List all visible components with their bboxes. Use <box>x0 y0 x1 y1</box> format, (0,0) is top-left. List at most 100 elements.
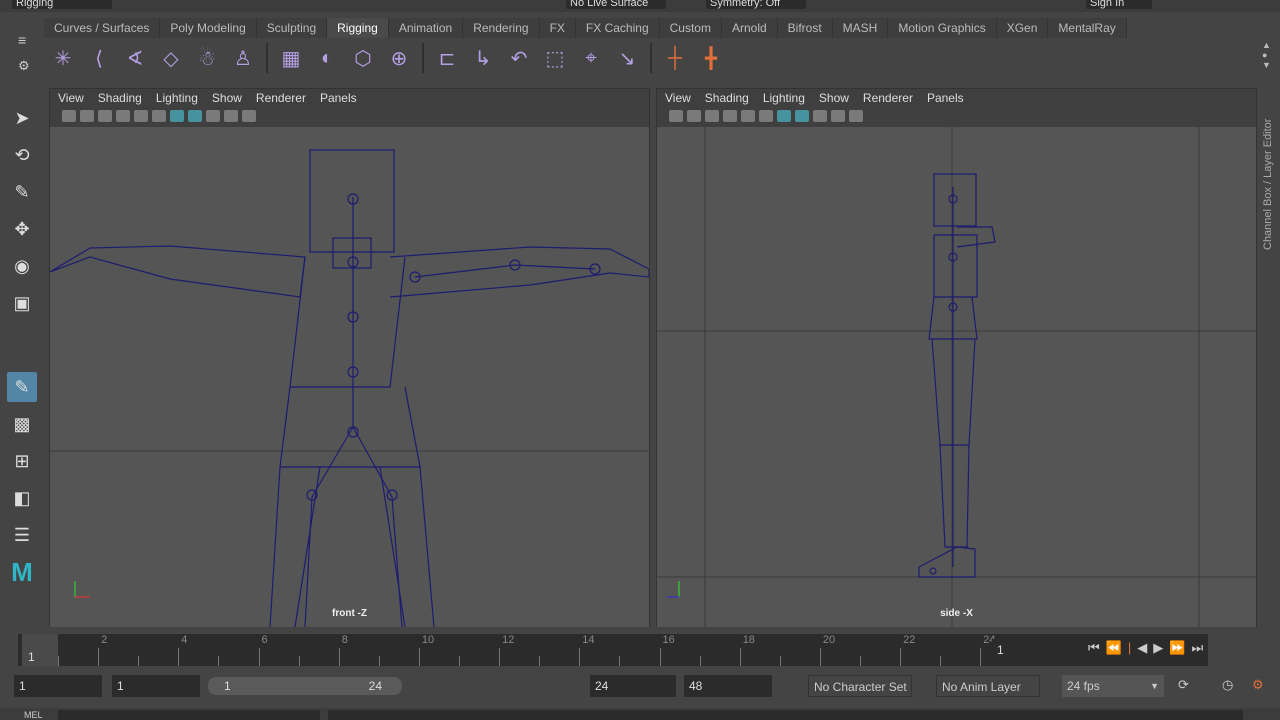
shelf-tab[interactable]: MentalRay <box>1048 18 1127 38</box>
quick-rig-icon[interactable]: ☃ <box>194 45 220 71</box>
pole-vector-icon[interactable]: ↘ <box>614 45 640 71</box>
viewport-canvas[interactable]: front -Z <box>50 127 649 627</box>
shelf-scroll-icon[interactable]: ▲ ● ▼ <box>1262 40 1271 70</box>
shelf-tab[interactable]: XGen <box>996 18 1049 38</box>
grid-icon[interactable] <box>723 110 737 122</box>
shelf-tab[interactable]: Curves / Surfaces <box>44 18 161 38</box>
film-gate-icon[interactable] <box>741 110 755 122</box>
viewport-canvas[interactable]: side -X <box>657 127 1256 627</box>
bind-skin-icon[interactable]: ◐ <box>314 45 340 71</box>
menu-panels[interactable]: Panels <box>927 91 964 107</box>
step-back-frame-icon[interactable]: | <box>1128 640 1137 655</box>
scale-constraint-icon[interactable]: ⬚ <box>542 45 568 71</box>
shelf-tab[interactable]: Custom <box>659 18 722 38</box>
shelf-tab[interactable]: Sculpting <box>256 18 328 38</box>
paint-weights-icon[interactable]: ▦ <box>278 45 304 71</box>
bookmark-icon[interactable] <box>98 110 112 122</box>
lights-icon[interactable] <box>206 110 220 122</box>
constrained-locator-icon[interactable]: ╋ <box>698 45 724 71</box>
menu-set-dropdown[interactable]: Rigging <box>12 0 112 9</box>
shelf-tab[interactable]: FX Caching <box>575 18 660 38</box>
play-forward-icon[interactable]: ▶ <box>1153 640 1169 655</box>
current-frame-marker[interactable]: 1 <box>22 634 58 666</box>
anim-layer-dropdown[interactable]: No Anim Layer <box>936 675 1040 697</box>
camera-icon[interactable] <box>62 110 76 122</box>
auto-key-icon[interactable]: ◷ <box>1222 677 1233 693</box>
menu-renderer[interactable]: Renderer <box>863 91 913 107</box>
lock-camera-icon[interactable] <box>80 110 94 122</box>
playback-end-field[interactable]: 24 <box>590 675 676 697</box>
menu-shading[interactable]: Shading <box>705 91 749 107</box>
layout-two-icon[interactable]: ◧ <box>7 483 37 513</box>
menu-lighting[interactable]: Lighting <box>763 91 805 107</box>
shelf-settings-gear-icon[interactable]: ⚙ <box>18 58 30 74</box>
shelf-tab[interactable]: Rigging <box>327 18 389 38</box>
grid-icon[interactable] <box>116 110 130 122</box>
isolate-icon[interactable] <box>224 110 238 122</box>
sign-in-button[interactable]: Sign In <box>1086 0 1152 9</box>
channel-box-tab[interactable]: Channel Box / Layer Editor <box>1262 90 1280 250</box>
step-back-key-icon[interactable]: ⏪ <box>1106 640 1128 655</box>
anim-prefs-icon[interactable]: ⚙ <box>1252 677 1264 693</box>
layout-four-icon[interactable]: ⊞ <box>7 446 37 476</box>
menu-renderer[interactable]: Renderer <box>256 91 306 107</box>
outliner-icon[interactable]: ☰ <box>7 520 37 550</box>
cluster-icon[interactable]: ⊕ <box>386 45 412 71</box>
shelf-tab[interactable]: Poly Modeling <box>160 18 257 38</box>
symmetry-dropdown[interactable]: Symmetry: Off <box>706 0 806 9</box>
aim-constraint-icon[interactable]: ⌖ <box>578 45 604 71</box>
shelf-tab[interactable]: MASH <box>832 18 889 38</box>
start-time-field[interactable]: 1 <box>14 675 102 697</box>
fps-dropdown[interactable]: 24 fps ▼ <box>1062 675 1164 697</box>
menu-show[interactable]: Show <box>819 91 849 107</box>
wireframe-icon[interactable] <box>170 110 184 122</box>
live-surface-field[interactable]: No Live Surface <box>566 0 666 9</box>
current-time-field[interactable]: 1 <box>992 639 1080 661</box>
panel-layout-icon[interactable] <box>242 110 256 122</box>
resolution-gate-icon[interactable] <box>759 110 773 122</box>
render-icon[interactable]: ▩ <box>7 409 37 439</box>
go-to-end-icon[interactable]: ⏭ <box>1191 640 1209 655</box>
create-joints-icon[interactable]: ✳ <box>50 45 76 71</box>
point-constraint-icon[interactable]: ↳ <box>470 45 496 71</box>
ik-handle-icon[interactable]: ∢ <box>122 45 148 71</box>
insert-joint-icon[interactable]: ⟨ <box>86 45 112 71</box>
shelf-tab[interactable]: Animation <box>388 18 464 38</box>
step-forward-key-icon[interactable]: ⏩ <box>1169 640 1191 655</box>
orient-constraint-icon[interactable]: ↶ <box>506 45 532 71</box>
smooth-shade-icon[interactable] <box>188 110 202 122</box>
paint-select-icon[interactable]: ✎ <box>7 177 37 207</box>
scale-tool-icon[interactable]: ▣ <box>7 288 37 318</box>
shelf-menu-icon[interactable]: ≡ <box>18 32 26 48</box>
lattice-icon[interactable]: ⬡ <box>350 45 376 71</box>
camera-icon[interactable] <box>669 110 683 122</box>
bookmark-icon[interactable] <box>705 110 719 122</box>
menu-show[interactable]: Show <box>212 91 242 107</box>
shelf-tab[interactable]: Arnold <box>721 18 778 38</box>
panel-layout-icon[interactable] <box>849 110 863 122</box>
ik-spline-icon[interactable]: ◇ <box>158 45 184 71</box>
wireframe-icon[interactable] <box>777 110 791 122</box>
end-time-field[interactable]: 48 <box>684 675 772 697</box>
humanik-icon[interactable]: ♙ <box>230 45 256 71</box>
character-set-dropdown[interactable]: No Character Set <box>808 675 912 697</box>
film-gate-icon[interactable] <box>134 110 148 122</box>
move-tool-icon[interactable]: ✥ <box>7 214 37 244</box>
menu-lighting[interactable]: Lighting <box>156 91 198 107</box>
rotate-tool-icon[interactable]: ◉ <box>7 251 37 281</box>
go-to-start-icon[interactable]: ⏮ <box>1088 640 1106 655</box>
menu-panels[interactable]: Panels <box>320 91 357 107</box>
play-backward-icon[interactable]: ◀ <box>1137 640 1153 655</box>
menu-view[interactable]: View <box>665 91 691 107</box>
shelf-tab[interactable]: Bifrost <box>777 18 833 38</box>
lock-camera-icon[interactable] <box>687 110 701 122</box>
loop-icon[interactable]: ⟳ <box>1178 677 1189 693</box>
range-slider[interactable]: 1 24 <box>208 677 402 695</box>
mel-input[interactable] <box>58 710 320 720</box>
locator-icon[interactable]: ┼ <box>662 45 688 71</box>
shelf-tab[interactable]: Rendering <box>463 18 540 38</box>
mel-label[interactable]: MEL <box>24 710 43 720</box>
parent-constraint-icon[interactable]: ⊏ <box>434 45 460 71</box>
joint-tool-icon[interactable]: ✎ <box>7 372 37 402</box>
select-tool-icon[interactable]: ➤ <box>7 103 37 133</box>
